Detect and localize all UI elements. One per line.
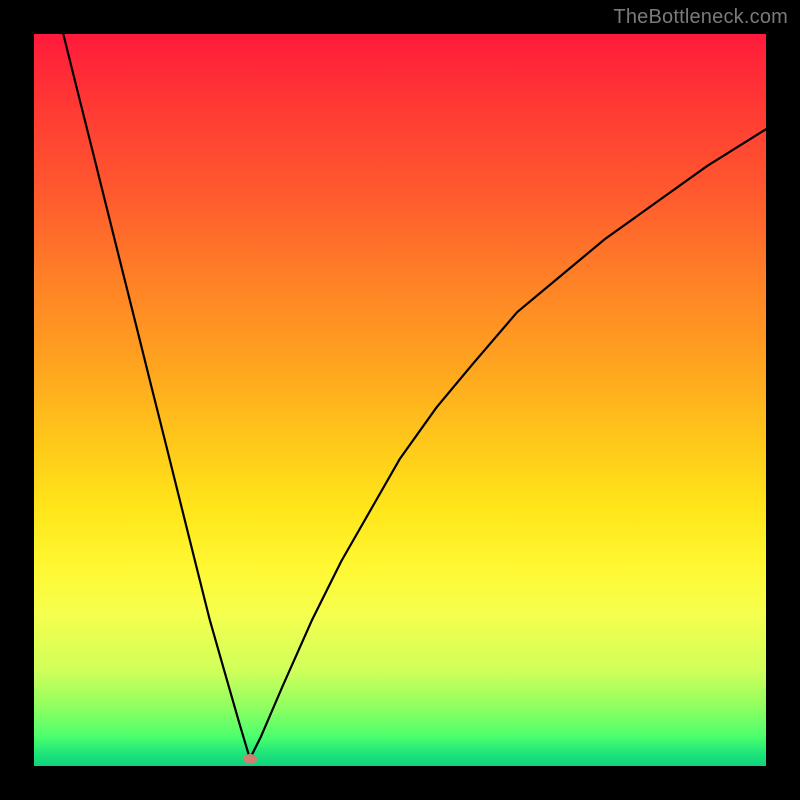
- plot-area: [34, 34, 766, 766]
- chart-frame: TheBottleneck.com: [0, 0, 800, 800]
- watermark-text: TheBottleneck.com: [613, 6, 788, 29]
- bottleneck-curve: [34, 34, 766, 766]
